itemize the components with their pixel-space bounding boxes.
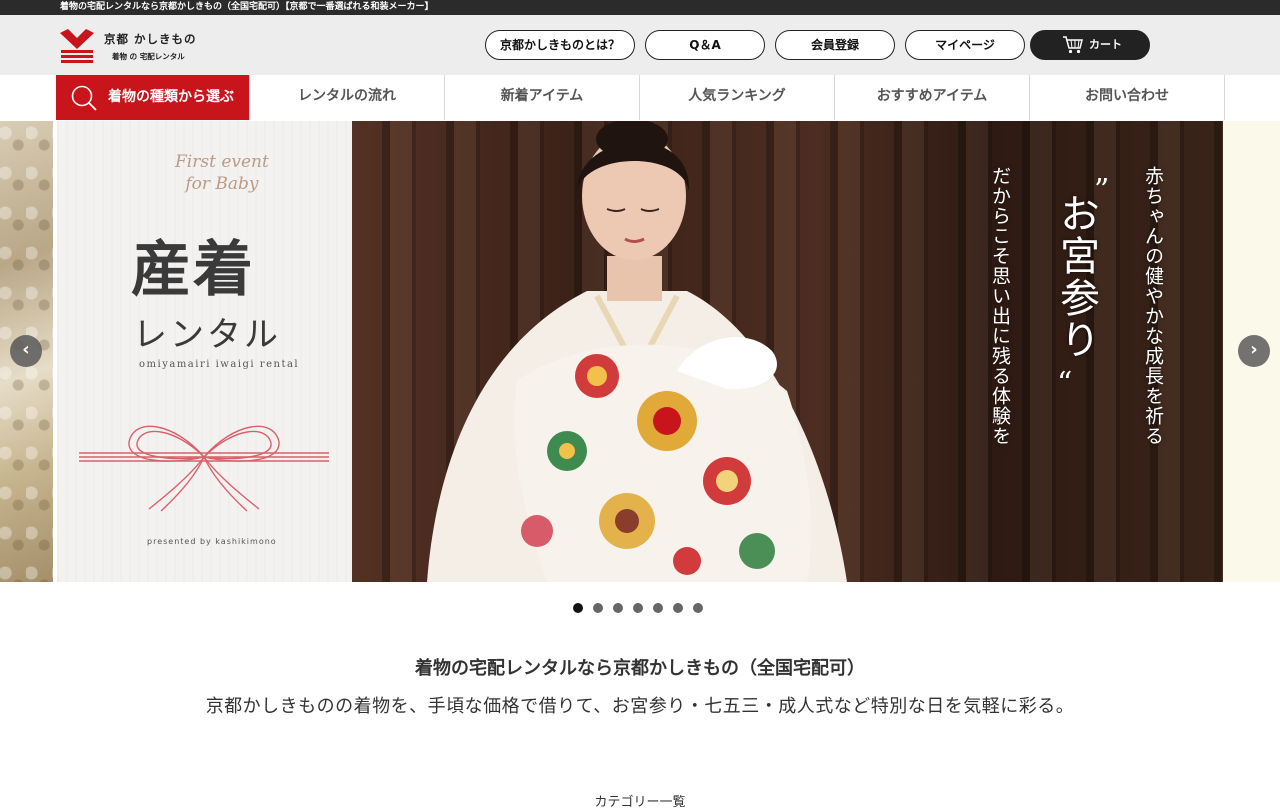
- hero-presented-by: presented by kashikimono: [147, 537, 277, 546]
- hero-slide-omiyamairi[interactable]: First event for Baby 産着 レンタル omiyamairi …: [57, 121, 1223, 582]
- chevron-left-icon: ‹: [22, 339, 30, 360]
- kimono-type-search-label: 着物の種類から選ぶ: [108, 89, 234, 105]
- hero-vertical-copy-left: だからこそ思い出に残る体験を: [989, 166, 1011, 446]
- nav-recommended[interactable]: おすすめアイテム: [834, 75, 1029, 120]
- slider-dot-3[interactable]: [613, 603, 623, 613]
- cart-icon: [1063, 36, 1083, 54]
- slider-dot-4[interactable]: [633, 603, 643, 613]
- about-button[interactable]: 京都かしきものとは？: [485, 30, 635, 60]
- mypage-button[interactable]: マイページ: [905, 30, 1025, 60]
- nav-ranking[interactable]: 人気ランキング: [639, 75, 834, 120]
- mother-holding-baby-image: [427, 121, 847, 582]
- cart-button[interactable]: カート: [1030, 30, 1150, 60]
- top-announcement-text: 着物の宅配レンタルなら京都かしきもの（全国宅配可）【京都で一番選ばれる和装メーカ…: [60, 2, 434, 12]
- hero-script-line-1: First event: [175, 152, 269, 172]
- chevron-right-icon: ›: [1250, 339, 1258, 360]
- nav-rental-flow[interactable]: レンタルの流れ: [249, 75, 444, 120]
- hero-vertical-heading: お宮参り: [1053, 193, 1099, 361]
- slider-dot-2[interactable]: [593, 603, 603, 613]
- kimono-type-search-button[interactable]: 着物の種類から選ぶ: [56, 75, 249, 120]
- hero-vertical-copy-right: 赤ちゃんの健やかな成長を祈る: [1142, 166, 1164, 446]
- nav-contact[interactable]: お問い合わせ: [1029, 75, 1225, 120]
- logo-mark-icon: [60, 29, 94, 63]
- site-header: 京都 かしきもの 着物 の 宅配レンタル 京都かしきものとは？ Q＆A 会員登録…: [0, 15, 1280, 75]
- slider-prev-button[interactable]: ‹: [10, 335, 42, 367]
- hero-slider[interactable]: First event for Baby 産着 レンタル omiyamairi …: [0, 121, 1280, 582]
- category-list-heading: カテゴリー一覧: [594, 795, 686, 810]
- slider-dot-7[interactable]: [693, 603, 703, 613]
- hero-title: 産着: [131, 235, 255, 305]
- slider-dot-6[interactable]: [673, 603, 683, 613]
- cart-label: カート: [1089, 38, 1122, 51]
- slider-dot-1[interactable]: [573, 603, 583, 613]
- top-announcement-bar: 着物の宅配レンタルなら京都かしきもの（全国宅配可）【京都で一番選ばれる和装メーカ…: [0, 0, 1280, 15]
- slider-next-button[interactable]: ›: [1238, 335, 1270, 367]
- hero-script-text: First event for Baby: [175, 151, 269, 195]
- hero-romanized-text: omiyamairi iwaigi rental: [139, 359, 300, 370]
- hero-script-line-2: for Baby: [185, 174, 259, 194]
- qa-button[interactable]: Q＆A: [645, 30, 765, 60]
- nav-new-items[interactable]: 新着アイテム: [444, 75, 639, 120]
- site-logo[interactable]: 京都 かしきもの 着物 の 宅配レンタル: [60, 29, 200, 65]
- hero-subtitle: レンタル: [133, 315, 281, 355]
- intro-lead-text: 京都かしきものの着物を、手頃な価格で借りて、お宮参り・七五三・成人式など特別な日…: [205, 696, 1075, 717]
- logo-sub-text: 着物 の 宅配レンタル: [112, 52, 185, 61]
- intro-tagline: 着物の宅配レンタルなら京都かしきもの（全国宅配可）: [415, 658, 865, 679]
- search-icon: [71, 85, 97, 111]
- register-button[interactable]: 会員登録: [775, 30, 895, 60]
- hero-quote-close: “: [1057, 366, 1073, 401]
- logo-main-text: 京都 かしきもの: [104, 32, 197, 46]
- main-navigation: 着物の種類から選ぶ レンタルの流れ 新着アイテム 人気ランキング おすすめアイテ…: [0, 75, 1280, 121]
- mizuhiki-ribbon-icon: [79, 425, 329, 512]
- slider-dot-5[interactable]: [653, 603, 663, 613]
- hero-title-panel: First event for Baby 産着 レンタル omiyamairi …: [57, 121, 352, 582]
